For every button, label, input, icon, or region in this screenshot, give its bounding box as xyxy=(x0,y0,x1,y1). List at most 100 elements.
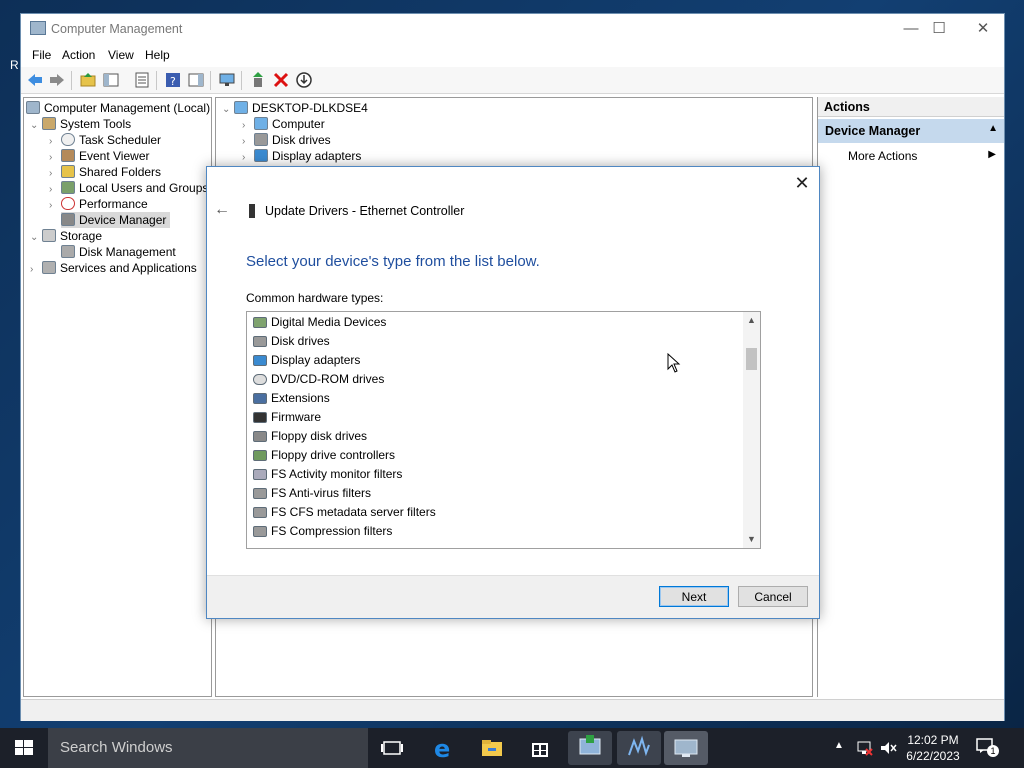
expand-chevron-icon[interactable]: › xyxy=(30,262,42,278)
list-item[interactable]: Display adapters xyxy=(253,351,360,370)
desktop-icon-label: R xyxy=(10,58,19,72)
activity-chart-icon xyxy=(628,735,650,757)
list-item[interactable]: Digital Media Devices xyxy=(253,313,386,332)
list-item[interactable]: FS Compression filters xyxy=(253,522,392,541)
list-item[interactable]: Extensions xyxy=(253,389,330,408)
list-item-label: Digital Media Devices xyxy=(271,315,387,329)
scroll-up-icon[interactable]: ▲ xyxy=(743,312,760,329)
clock-date: 6/22/2023 xyxy=(906,749,960,763)
expand-chevron-icon[interactable]: ⌄ xyxy=(30,230,42,246)
list-item[interactable]: Disk drives xyxy=(253,332,330,351)
monitor-icon[interactable] xyxy=(218,71,236,89)
maximize-button[interactable]: ☐ xyxy=(929,19,949,39)
tree-item-label: System Tools xyxy=(60,117,132,131)
tree-item-device-manager[interactable]: Device Manager xyxy=(61,212,171,228)
tree-item-performance[interactable]: › Performance xyxy=(49,196,148,212)
tree-item-shared-folders[interactable]: › Shared Folders xyxy=(49,164,161,180)
minimize-button[interactable]: — xyxy=(901,19,921,39)
taskbar-clock[interactable]: 12:02 PM 6/22/2023 xyxy=(898,732,968,764)
list-item[interactable]: FS Anti-virus filters xyxy=(253,484,371,503)
toolbar: ? xyxy=(21,67,1004,94)
list-scrollbar[interactable]: ▲ ▼ xyxy=(743,312,760,548)
dialog-back-button[interactable]: ← xyxy=(214,201,230,219)
action-center-button[interactable]: 1 xyxy=(976,738,999,758)
next-button[interactable]: Next xyxy=(659,586,729,607)
up-folder-icon[interactable] xyxy=(79,71,97,89)
expand-chevron-icon[interactable]: › xyxy=(49,198,61,214)
device-category-disk-drives[interactable]: › Disk drives xyxy=(242,132,331,148)
expand-chevron-icon[interactable]: ⌄ xyxy=(30,118,42,134)
svg-text:e: e xyxy=(434,735,450,762)
tree-item-local-users-groups[interactable]: › Local Users and Groups xyxy=(49,180,208,196)
dialog-close-button[interactable]: ✕ xyxy=(791,172,813,194)
uninstall-device-icon[interactable] xyxy=(272,71,290,89)
tree-item-task-scheduler[interactable]: › Task Scheduler xyxy=(49,132,161,148)
list-item[interactable]: FS Activity monitor filters xyxy=(253,465,402,484)
disk-management-icon xyxy=(61,245,75,258)
tree-item-services-applications[interactable]: › Services and Applications xyxy=(30,260,197,276)
menu-view[interactable]: View xyxy=(108,48,134,62)
tree-item-computer-management[interactable]: Computer Management (Local) xyxy=(26,100,210,116)
taskbar-search-box[interactable]: Search Windows xyxy=(48,728,368,768)
collapse-triangle-icon[interactable]: ▲ xyxy=(988,123,998,134)
tree-item-event-viewer[interactable]: › Event Viewer xyxy=(49,148,149,164)
taskbar-app-server-manager[interactable] xyxy=(568,731,612,765)
show-action-pane-icon[interactable] xyxy=(187,71,205,89)
store-icon[interactable] xyxy=(526,734,554,762)
help-icon[interactable]: ? xyxy=(164,71,182,89)
tree-item-storage[interactable]: ⌄ Storage xyxy=(30,228,102,244)
edge-browser-icon[interactable]: e xyxy=(429,734,457,762)
tree-item-label: Performance xyxy=(79,197,148,211)
ethernet-device-icon xyxy=(249,204,255,218)
file-explorer-icon[interactable] xyxy=(478,734,506,762)
scroll-thumb[interactable] xyxy=(746,348,757,370)
tree-item-label: Task Scheduler xyxy=(79,133,162,147)
list-item[interactable]: Firmware xyxy=(253,408,321,427)
tree-item-disk-management[interactable]: Disk Management xyxy=(61,244,176,260)
cancel-button[interactable]: Cancel xyxy=(738,586,808,607)
taskbar-app-computer-management[interactable] xyxy=(664,731,708,765)
device-root[interactable]: ⌄ DESKTOP-DLKDSE4 xyxy=(222,100,368,116)
notification-count-badge: 1 xyxy=(987,745,999,757)
list-item[interactable]: Floppy drive controllers xyxy=(253,446,395,465)
dialog-title: Update Drivers - Ethernet Controller xyxy=(265,204,465,218)
network-icon[interactable] xyxy=(855,740,873,756)
expand-chevron-icon[interactable]: › xyxy=(242,150,254,166)
collapse-chevron-icon[interactable]: ⌄ xyxy=(222,102,234,118)
toolbar-separator xyxy=(156,71,157,90)
submenu-arrow-icon[interactable]: ▶ xyxy=(988,149,996,160)
properties-icon[interactable] xyxy=(133,71,151,89)
scroll-down-icon[interactable]: ▼ xyxy=(743,531,760,548)
dialog-footer: Next Cancel xyxy=(207,575,819,618)
more-actions-item[interactable]: More Actions xyxy=(848,149,917,163)
actions-section-device-manager[interactable]: Device Manager ▲ xyxy=(818,119,1004,143)
menu-help[interactable]: Help xyxy=(145,48,170,62)
device-category-computer[interactable]: › Computer xyxy=(242,116,325,132)
show-hidden-icons-icon[interactable]: ▲ xyxy=(834,740,844,751)
task-view-icon[interactable] xyxy=(378,734,406,762)
hardware-types-list[interactable]: Digital Media Devices Disk drives Displa… xyxy=(246,311,761,549)
forward-arrow-icon[interactable] xyxy=(48,71,66,89)
update-driver-icon[interactable] xyxy=(249,71,267,89)
dialog-heading: Select your device's type from the list … xyxy=(246,253,540,270)
tree-item-system-tools[interactable]: ⌄ System Tools xyxy=(30,116,131,132)
menu-action[interactable]: Action xyxy=(62,48,95,62)
list-item-label: FS Compression filters xyxy=(271,524,393,538)
list-item-label: DVD/CD-ROM drives xyxy=(271,372,385,386)
list-item[interactable]: FS CFS metadata server filters xyxy=(253,503,436,522)
close-button[interactable]: ✕ xyxy=(973,19,993,39)
taskbar-app-powershell[interactable] xyxy=(617,731,661,765)
menu-file[interactable]: File xyxy=(32,48,51,62)
device-category-display-adapters[interactable]: › Display adapters xyxy=(242,148,361,164)
show-hide-console-tree-icon[interactable] xyxy=(102,71,120,89)
windows-start-icon[interactable] xyxy=(0,728,48,768)
media-device-icon xyxy=(253,317,267,328)
volume-muted-icon[interactable] xyxy=(879,740,897,756)
update-drivers-dialog: ✕ ← Update Drivers - Ethernet Controller… xyxy=(206,166,820,619)
tree-item-label: Shared Folders xyxy=(79,165,162,179)
scan-hardware-icon[interactable] xyxy=(295,71,313,89)
clock-time: 12:02 PM xyxy=(907,733,959,747)
back-arrow-icon[interactable] xyxy=(26,71,44,89)
list-item[interactable]: Floppy disk drives xyxy=(253,427,367,446)
list-item[interactable]: DVD/CD-ROM drives xyxy=(253,370,384,389)
